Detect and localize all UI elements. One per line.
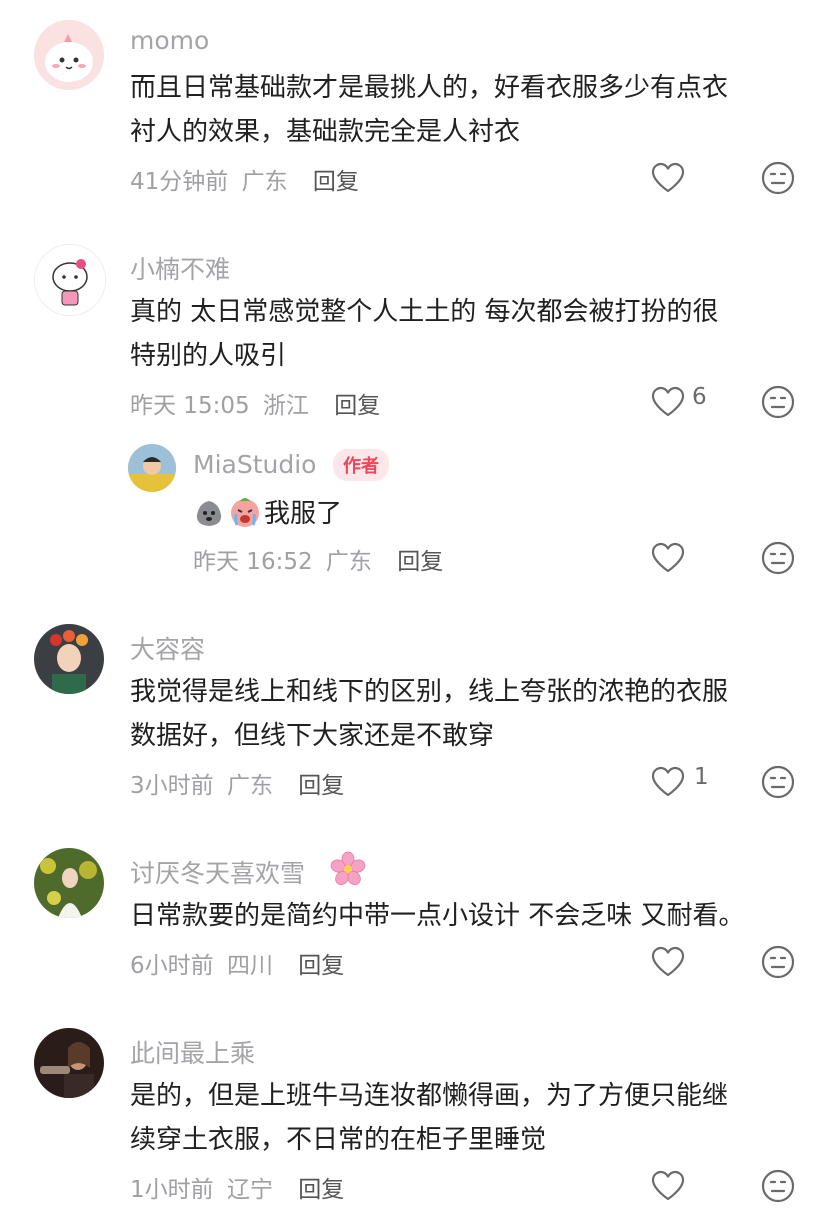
cherry-blossom-icon bbox=[330, 851, 366, 886]
comment-meta: 3小时前 广东 回复 bbox=[130, 766, 344, 800]
crying-face-icon bbox=[231, 498, 259, 527]
comment-text-line: 我觉得是线上和线下的区别，线上夸张的浓艳的衣服 bbox=[130, 677, 729, 707]
reply-location: 广东 bbox=[325, 549, 372, 575]
comment-location: 广东 bbox=[241, 169, 288, 195]
heart-icon[interactable] bbox=[650, 1168, 686, 1204]
heart-icon[interactable] bbox=[650, 540, 686, 576]
comment-location: 广东 bbox=[226, 773, 273, 799]
reply-button[interactable]: 回复 bbox=[334, 393, 380, 419]
comment-text-line: 续穿土衣服，不日常的在柜子里睡觉 bbox=[130, 1125, 547, 1155]
reply-button[interactable]: 回复 bbox=[298, 1177, 344, 1203]
comment-meta: 昨天 15:05 浙江 回复 bbox=[130, 386, 380, 420]
heart-icon[interactable] bbox=[650, 944, 686, 980]
heart-icon[interactable] bbox=[650, 764, 686, 800]
dislike-face-icon[interactable] bbox=[760, 384, 796, 420]
comment-username[interactable]: momo bbox=[130, 26, 209, 55]
avatar[interactable] bbox=[34, 1028, 104, 1098]
comment-username[interactable]: 大容容 bbox=[130, 630, 205, 666]
heart-icon[interactable] bbox=[650, 160, 686, 196]
like-count: 1 bbox=[694, 764, 709, 790]
avatar[interactable] bbox=[34, 244, 106, 316]
comment-meta: 1小时前 辽宁 回复 bbox=[130, 1170, 344, 1204]
reply-time: 昨天 16:52 bbox=[193, 549, 313, 575]
comment-location: 浙江 bbox=[262, 393, 309, 419]
comment-text-line: 真的 太日常感觉整个人土土的 每次都会被打扮的很 bbox=[130, 297, 719, 327]
reply-username[interactable]: MiaStudio bbox=[193, 450, 316, 479]
comment-location: 四川 bbox=[226, 953, 273, 979]
avatar[interactable] bbox=[128, 444, 176, 492]
reply-button[interactable]: 回复 bbox=[298, 773, 344, 799]
comment-username[interactable]: 讨厌冬天喜欢雪 bbox=[130, 854, 305, 890]
comment-time: 41分钟前 bbox=[130, 169, 229, 195]
gray-blob-emoji-icon bbox=[196, 501, 222, 526]
reply-button[interactable]: 回复 bbox=[298, 953, 344, 979]
comment-meta: 6小时前 四川 回复 bbox=[130, 946, 344, 980]
dislike-face-icon[interactable] bbox=[760, 540, 796, 576]
comment-location: 辽宁 bbox=[226, 1177, 273, 1203]
avatar[interactable] bbox=[34, 848, 104, 918]
dislike-face-icon[interactable] bbox=[760, 160, 796, 196]
reply-text: 我服了 bbox=[264, 499, 343, 529]
comment-username[interactable]: 此间最上乘 bbox=[130, 1034, 255, 1070]
avatar[interactable] bbox=[34, 20, 104, 90]
comment-time: 1小时前 bbox=[130, 1177, 214, 1203]
comment-time: 3小时前 bbox=[130, 773, 214, 799]
comment-text-line: 衬人的效果，基础款完全是人衬衣 bbox=[130, 117, 521, 147]
avatar[interactable] bbox=[34, 624, 104, 694]
comment-time: 6小时前 bbox=[130, 953, 214, 979]
dislike-face-icon[interactable] bbox=[760, 944, 796, 980]
reply-button[interactable]: 回复 bbox=[313, 169, 359, 195]
comment-username[interactable]: 小楠不难 bbox=[130, 250, 230, 286]
reply-meta: 昨天 16:52 广东 回复 bbox=[193, 542, 443, 576]
comment-text-line: 数据好，但线下大家还是不敢穿 bbox=[130, 721, 495, 751]
like-count: 6 bbox=[692, 384, 707, 410]
comment-text-line: 而且日常基础款才是最挑人的，好看衣服多少有点衣 bbox=[130, 73, 729, 103]
comment-text-line: 特别的人吸引 bbox=[130, 341, 287, 371]
comment-time: 昨天 15:05 bbox=[130, 393, 250, 419]
author-badge: 作者 bbox=[333, 449, 389, 481]
reply-button[interactable]: 回复 bbox=[397, 549, 443, 575]
heart-icon[interactable] bbox=[650, 384, 686, 420]
comment-meta: 41分钟前 广东 回复 bbox=[130, 162, 359, 196]
comment-text-line: 日常款要的是简约中带一点小设计 不会乏味 又耐看。 bbox=[130, 901, 745, 931]
dislike-face-icon[interactable] bbox=[760, 1168, 796, 1204]
comment-text-line: 是的，但是上班牛马连妆都懒得画，为了方便只能继 bbox=[130, 1081, 729, 1111]
dislike-face-icon[interactable] bbox=[760, 764, 796, 800]
